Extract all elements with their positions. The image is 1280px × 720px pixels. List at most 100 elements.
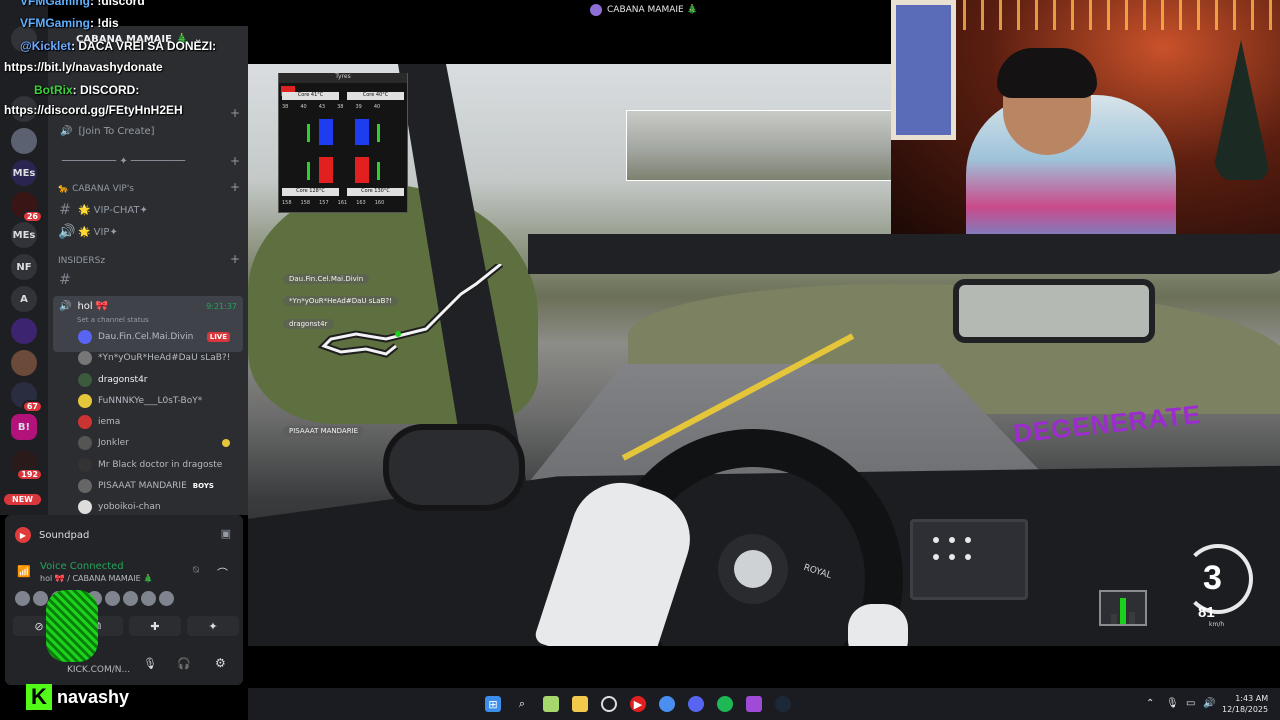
youtube-icon[interactable]: ▶ (630, 696, 646, 712)
voice-member[interactable]: iema (78, 415, 238, 429)
voice-member[interactable]: FuNNNKYe___L0sT-BoY* (78, 394, 238, 408)
server-icon-a[interactable]: A (11, 286, 37, 312)
tyre-wear-bar (377, 162, 380, 180)
chrome-icon[interactable] (659, 696, 675, 712)
activities-button[interactable]: ✚ (129, 616, 181, 636)
user-status[interactable]: KICK.COM/N... (67, 665, 130, 675)
tyre-wear-bar (307, 162, 310, 180)
core-temp-fr: Core 40°C (347, 92, 404, 100)
webcam-feed (891, 0, 1280, 234)
avatar (78, 479, 92, 493)
microphone-tray-icon[interactable]: 🎙 (1166, 698, 1179, 709)
search-icon[interactable]: ⌕ (514, 696, 530, 712)
voice-member[interactable]: Mr Black doctor in dragoste (78, 458, 238, 472)
server-icon-nf[interactable]: NF (11, 254, 37, 280)
server-icon[interactable] (11, 128, 37, 154)
live-badge: LIVE (206, 332, 230, 342)
avatar[interactable] (141, 591, 156, 606)
channel-vip[interactable]: 🔊 🌟 VIP✦ (58, 224, 118, 240)
server-icon-b[interactable]: B! (11, 414, 37, 440)
core-temp-fl: Core 41°C (282, 92, 339, 100)
voice-member[interactable]: PISAAAT MANDARIE BOYS (78, 479, 238, 493)
avatar[interactable] (123, 591, 138, 606)
channel-hash[interactable]: # (58, 272, 72, 288)
server-icon[interactable]: 26 (11, 192, 43, 223)
green-overlay-graphic (46, 590, 98, 662)
server-icon-mes[interactable]: MEs (11, 222, 37, 248)
avatar (78, 330, 92, 344)
soundboard-button[interactable]: ✦ (187, 616, 239, 636)
microphone-icon[interactable]: 🎙 (143, 657, 157, 670)
avatar[interactable] (15, 591, 30, 606)
tyre-rl (319, 157, 333, 183)
server-icon[interactable] (11, 350, 37, 376)
signal-icon[interactable]: 📶 (17, 565, 31, 578)
badge: 67 (21, 400, 43, 413)
core-temp-rr: Core 130°C (347, 188, 404, 196)
game-icon[interactable] (746, 696, 762, 712)
category-vip[interactable]: 🐆 CABANA VIP's (58, 184, 134, 194)
add-channel-icon[interactable]: + (230, 106, 240, 120)
discord-icon[interactable] (688, 696, 704, 712)
avatar (78, 500, 92, 514)
voice-member[interactable]: dragonst4r (78, 373, 238, 387)
chat-message: https://bit.ly/navashydonate (4, 60, 163, 74)
server-icon[interactable]: 67 (11, 382, 43, 413)
add-channel-icon[interactable]: + (230, 180, 240, 194)
pedal-input-meter (1099, 590, 1147, 626)
noise-suppression-icon[interactable]: ⍉ (193, 565, 199, 576)
chevron-up-icon[interactable]: ⌃ (1146, 698, 1154, 709)
soundpad-icon: ▶ (15, 527, 31, 543)
badge: 192 (16, 468, 43, 481)
channel-status[interactable]: Set a channel status (77, 316, 149, 324)
steam-icon[interactable] (775, 696, 791, 712)
windows-icon[interactable]: ⊞ (485, 696, 501, 712)
channel-divider[interactable]: ───────── ✦ ───────── (62, 156, 185, 167)
kick-branding: K navashy (26, 684, 129, 710)
voice-member[interactable]: yoboikoi-chan (78, 500, 238, 514)
map-position-marker (395, 331, 401, 337)
network-icon[interactable]: ▭ (1186, 698, 1195, 709)
server-icon[interactable]: 192 (11, 450, 43, 481)
file-explorer-icon[interactable] (572, 696, 588, 712)
avatar (78, 436, 92, 450)
voice-member[interactable]: Jonkler (78, 436, 238, 450)
obs-icon[interactable] (601, 696, 617, 712)
disconnect-icon[interactable]: ⌒ (217, 565, 228, 581)
core-temp-rl: Core 128°C (282, 188, 339, 196)
streamer-hair (997, 48, 1097, 98)
system-clock[interactable]: 1:43 AM 12/18/2025 (1222, 693, 1268, 715)
activity-icon[interactable]: ▣ (221, 527, 231, 540)
steering-logo-icon (734, 550, 772, 588)
avatar[interactable] (105, 591, 120, 606)
side-mirror (383, 424, 525, 511)
speaker-icon: 🔊 (59, 301, 72, 312)
channel-join-to-create[interactable]: 🔊 [Join To Create] (60, 126, 155, 137)
avatar[interactable] (159, 591, 174, 606)
channel-vip-chat[interactable]: # 🌟 VIP-CHAT✦ (58, 202, 148, 218)
server-icon[interactable]: MEs (11, 160, 37, 186)
tyre-fl (319, 119, 333, 145)
room-window (891, 0, 956, 140)
voice-member[interactable]: *Yn*yOuR*HeAd#DaU sLaB?! (78, 351, 238, 365)
chat-message: BotRix: DISCORD: (34, 83, 140, 97)
voice-channel-path[interactable]: hol 🎀 / CABANA MAMAIE 🎄 (40, 574, 153, 583)
soundpad-activity[interactable]: ▶ Soundpad (15, 527, 89, 543)
hash-icon: # (59, 272, 71, 288)
chat-message: @Kicklet: DACA VREI SA DONEZI: (20, 39, 217, 53)
christmas-tree (1211, 40, 1271, 180)
headphones-icon[interactable]: 🎧 (177, 657, 191, 670)
server-icon[interactable] (11, 318, 37, 344)
kick-logo-icon: K (26, 684, 52, 710)
category-insiders[interactable]: INSIDERSz (58, 256, 105, 266)
notepad-icon[interactable] (543, 696, 559, 712)
volume-icon[interactable]: 🔊 (1203, 698, 1215, 709)
spotify-icon[interactable] (717, 696, 733, 712)
gear-icon[interactable]: ⚙ (215, 656, 226, 670)
add-channel-icon[interactable]: + (230, 154, 240, 168)
add-channel-icon[interactable]: + (230, 252, 240, 266)
new-badge[interactable]: NEW (4, 494, 41, 505)
race-player: PISAAAT MANDARIE (283, 426, 365, 436)
server-rail: MEs 26 MEs NF A 67 B! 192 NEW (0, 0, 48, 515)
voice-member[interactable]: Dau.Fin.Cel.Mai.Divin LIVE (78, 330, 238, 344)
